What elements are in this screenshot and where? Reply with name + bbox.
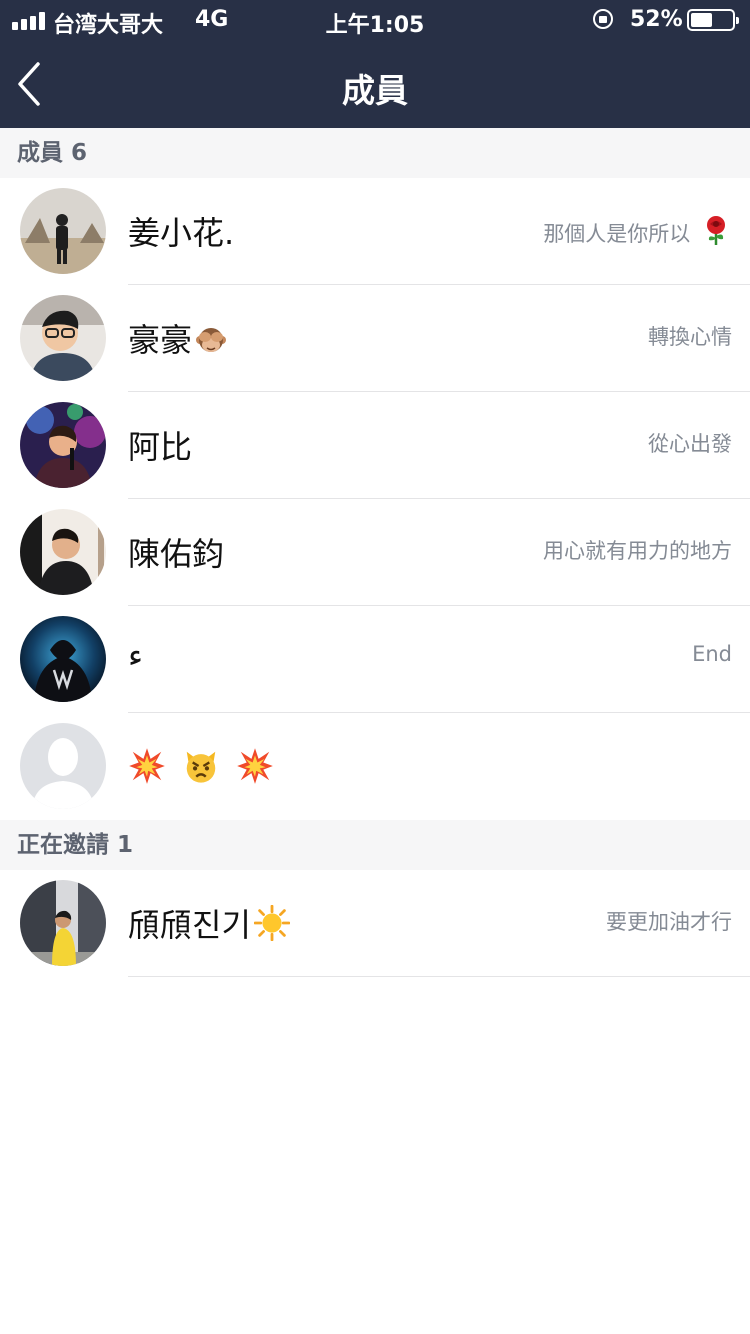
battery-icon (687, 9, 739, 31)
sun-emoji-icon (253, 905, 290, 941)
member-row[interactable]: 姜小花. 那個人是你所以 (0, 178, 750, 285)
member-name: 阿比 (128, 428, 193, 466)
avatar (20, 880, 106, 966)
avatar (20, 188, 106, 274)
invitee-name-text: 頎頎진기 (128, 906, 251, 944)
status-bar: 台湾大哥大 4G 上午1:05 52% (0, 0, 750, 40)
member-row[interactable]: ء End (0, 606, 750, 713)
member-name: ء (128, 636, 144, 674)
avatar (20, 295, 106, 381)
member-status-text: 那個人是你所以 (543, 222, 691, 246)
invitee-status: 要更加油才行 (606, 910, 732, 934)
page-title: 成員 (342, 71, 408, 110)
rotation-lock-icon (593, 9, 613, 29)
rose-emoji-icon (707, 216, 725, 245)
invitee-name: 頎頎진기 (128, 900, 290, 946)
avatar (20, 402, 106, 488)
see-no-evil-monkey-emoji-icon (196, 328, 227, 352)
collision-emoji-icon (237, 748, 274, 784)
member-status: 用心就有用力的地方 (543, 539, 732, 563)
member-status: 那個人是你所以 (543, 214, 732, 248)
battery-percent: 52% (630, 7, 683, 32)
top-bar: 台湾大哥大 4G 上午1:05 52% 成員 (0, 0, 750, 128)
avatar (20, 616, 106, 702)
avatar (20, 509, 106, 595)
member-name: 姜小花. (128, 214, 235, 252)
member-name (128, 747, 274, 788)
invitee-row[interactable]: 頎頎진기 要更加油才行 (0, 870, 750, 977)
members-section-header: 成員 6 (0, 128, 750, 178)
member-row[interactable]: 豪豪 轉換心情 (0, 285, 750, 392)
member-name: 豪豪 (128, 315, 227, 361)
member-name: 陳佑鈞 (128, 535, 225, 573)
row-divider (128, 976, 750, 977)
inviting-section-header: 正在邀請 1 (0, 820, 750, 870)
member-name-text: 豪豪 (128, 321, 193, 359)
member-row[interactable]: 陳佑鈞 用心就有用力的地方 (0, 499, 750, 606)
member-row[interactable]: 阿比 從心出發 (0, 392, 750, 499)
member-status: End (692, 642, 732, 666)
default-avatar-icon (20, 723, 106, 809)
pouting-cat-emoji-icon (186, 751, 216, 783)
member-status: 轉換心情 (648, 325, 732, 349)
member-row[interactable] (0, 713, 750, 820)
collision-emoji-icon (129, 748, 165, 784)
battery-level (691, 13, 712, 27)
member-status: 從心出發 (648, 432, 732, 456)
